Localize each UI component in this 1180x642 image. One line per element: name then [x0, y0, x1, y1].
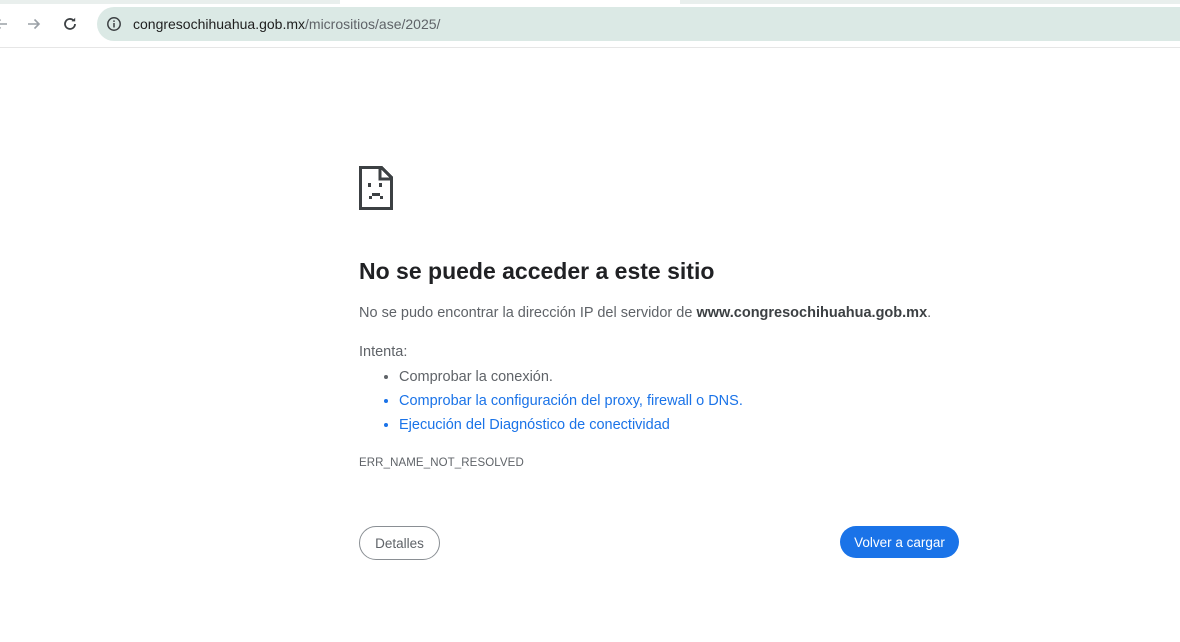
url-host: congresochihuahua.gob.mx: [133, 16, 306, 32]
suggestions-list: Comprobar la conexión. Comprobar la conf…: [359, 365, 743, 437]
description-host: www.congresochihuahua.gob.mx: [696, 305, 928, 321]
sad-page-icon: [359, 166, 393, 210]
arrow-left-icon: [0, 19, 7, 29]
suggestion-check-connection: Comprobar la conexión.: [399, 365, 743, 389]
suggestion-run-diagnostics-link[interactable]: Ejecución del Diagnóstico de conectivida…: [399, 413, 743, 437]
info-circle-icon[interactable]: [106, 16, 122, 32]
reload-page-button[interactable]: Volver a cargar: [840, 526, 959, 558]
tab-strip: [0, 0, 1180, 4]
error-title: No se puede acceder a este sitio: [359, 258, 715, 284]
browser-toolbar: congresochihuahua.gob.mx/micrositios/ase…: [0, 0, 1180, 48]
description-prefix: No se pudo encontrar la dirección IP del…: [359, 305, 697, 321]
error-description: No se pudo encontrar la dirección IP del…: [359, 303, 931, 323]
error-code: ERR_NAME_NOT_RESOLVED: [359, 457, 524, 469]
active-tab[interactable]: [340, 0, 680, 4]
arrow-right-icon: [28, 18, 41, 30]
url-text[interactable]: congresochihuahua.gob.mx/micrositios/ase…: [133, 16, 440, 32]
address-bar[interactable]: congresochihuahua.gob.mx/micrositios/ase…: [97, 7, 1180, 41]
back-button[interactable]: [0, 9, 16, 39]
details-button[interactable]: Detalles: [359, 526, 440, 560]
try-label: Intenta:: [359, 344, 408, 360]
forward-button[interactable]: [19, 9, 49, 39]
url-path: /micrositios/ase/2025/: [305, 16, 441, 32]
description-suffix: .: [927, 305, 932, 321]
suggestion-check-proxy-link[interactable]: Comprobar la configuración del proxy, fi…: [399, 389, 743, 413]
reload-icon: [64, 17, 76, 30]
reload-button[interactable]: [55, 9, 85, 39]
